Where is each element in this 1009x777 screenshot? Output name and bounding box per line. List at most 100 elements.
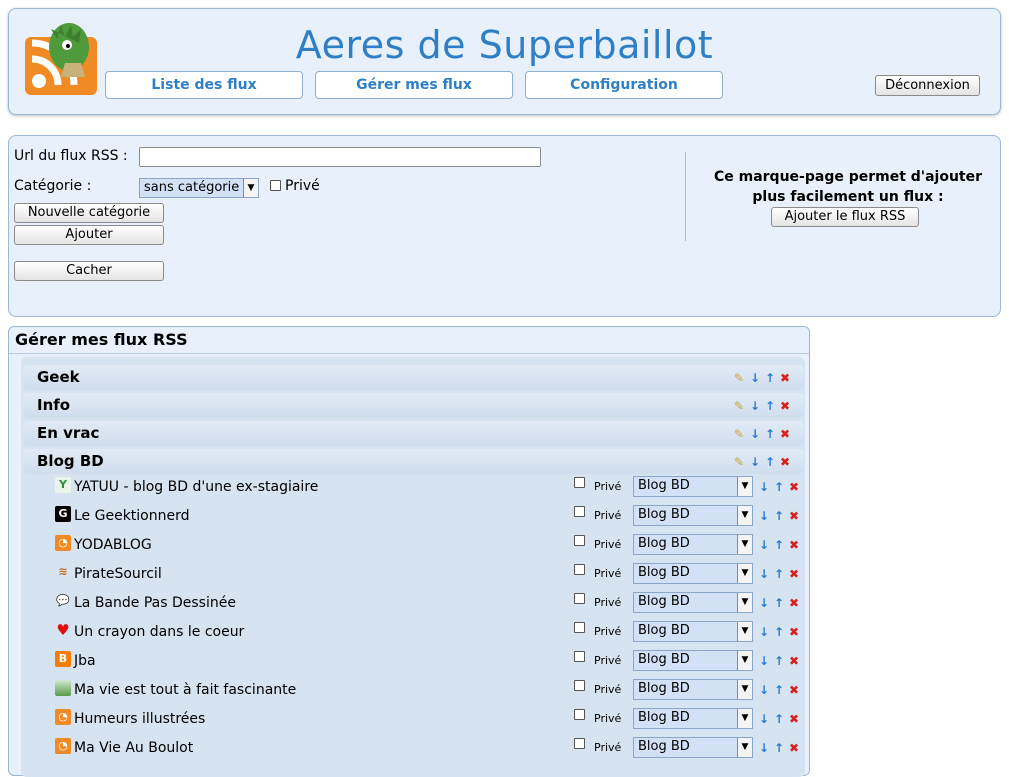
category-row-geek[interactable]: Geek ✎ ↓ ↑ ✖ <box>23 365 804 390</box>
feed-private-checkbox[interactable] <box>574 738 585 749</box>
arrow-up-icon[interactable]: ↑ <box>765 427 775 441</box>
arrow-up-icon[interactable]: ↑ <box>774 509 784 523</box>
arrow-down-icon[interactable]: ↓ <box>759 712 769 726</box>
feed-category-select[interactable]: Blog BD ▼ <box>633 534 753 555</box>
arrow-up-icon[interactable]: ↑ <box>774 567 784 581</box>
feed-name[interactable]: Humeurs illustrées <box>74 711 205 727</box>
feed-name[interactable]: YATUU - blog BD d'une ex-stagiaire <box>74 479 318 495</box>
geektionnerd-icon: G <box>55 506 71 522</box>
feed-private-checkbox[interactable] <box>574 709 585 720</box>
feed-name[interactable]: PirateSourcil <box>74 566 162 582</box>
feed-name[interactable]: Un crayon dans le coeur <box>74 624 244 640</box>
delete-icon[interactable]: ✖ <box>789 538 799 552</box>
arrow-down-icon[interactable]: ↓ <box>759 741 769 755</box>
edit-icon[interactable]: ✎ <box>734 455 744 469</box>
private-checkbox[interactable] <box>270 180 281 191</box>
delete-icon[interactable]: ✖ <box>789 654 799 668</box>
arrow-down-icon[interactable]: ↓ <box>759 683 769 697</box>
arrow-down-icon[interactable]: ↓ <box>759 596 769 610</box>
arrow-down-icon[interactable]: ↓ <box>759 625 769 639</box>
feed-private-checkbox[interactable] <box>574 593 585 604</box>
url-input[interactable] <box>139 147 541 167</box>
feed-category-select[interactable]: Blog BD ▼ <box>633 621 753 642</box>
feed-private-label: Privé <box>594 596 622 609</box>
feed-name[interactable]: Ma Vie Au Boulot <box>74 740 193 756</box>
category-name: En vrac <box>37 424 100 442</box>
feed-category-select[interactable]: Blog BD ▼ <box>633 476 753 497</box>
feed-name[interactable]: Ma vie est tout à fait fascinante <box>74 682 296 698</box>
feed-private-checkbox[interactable] <box>574 506 585 517</box>
arrow-down-icon[interactable]: ↓ <box>759 509 769 523</box>
feed-category-select[interactable]: Blog BD ▼ <box>633 563 753 584</box>
arrow-up-icon[interactable]: ↑ <box>774 654 784 668</box>
feed-private-checkbox[interactable] <box>574 680 585 691</box>
arrow-down-icon[interactable]: ↓ <box>759 654 769 668</box>
feed-category-select[interactable]: Blog BD ▼ <box>633 679 753 700</box>
manage-feeds-panel: Gérer mes flux RSS Geek ✎ ↓ ↑ ✖ Info ✎ ↓… <box>8 326 810 777</box>
delete-icon[interactable]: ✖ <box>789 625 799 639</box>
arrow-down-icon[interactable]: ↓ <box>750 399 760 413</box>
nav-feed-list-button[interactable]: Liste des flux <box>105 71 303 99</box>
arrow-up-icon[interactable]: ↑ <box>774 741 784 755</box>
feed-private-checkbox[interactable] <box>574 564 585 575</box>
feed-private-checkbox[interactable] <box>574 622 585 633</box>
delete-icon[interactable]: ✖ <box>789 480 799 494</box>
nav-manage-feeds-button[interactable]: Gérer mes flux <box>315 71 513 99</box>
delete-icon[interactable]: ✖ <box>789 596 799 610</box>
delete-icon[interactable]: ✖ <box>789 741 799 755</box>
category-row-en-vrac[interactable]: En vrac ✎ ↓ ↑ ✖ <box>23 421 804 446</box>
category-row-info[interactable]: Info ✎ ↓ ↑ ✖ <box>23 393 804 418</box>
site-title: Aeres de Superbaillot <box>295 23 714 67</box>
feed-private-checkbox[interactable] <box>574 535 585 546</box>
arrow-up-icon[interactable]: ↑ <box>774 625 784 639</box>
feed-private-checkbox[interactable] <box>574 651 585 662</box>
arrow-down-icon[interactable]: ↓ <box>750 427 760 441</box>
category-row-blog-bd[interactable]: Blog BD ✎ ↓ ↑ ✖ <box>23 449 804 474</box>
arrow-up-icon[interactable]: ↑ <box>765 371 775 385</box>
logout-button[interactable]: Déconnexion <box>875 75 980 96</box>
arrow-down-icon[interactable]: ↓ <box>759 480 769 494</box>
feed-category-select[interactable]: Blog BD ▼ <box>633 708 753 729</box>
feed-category-select[interactable]: Blog BD ▼ <box>633 650 753 671</box>
chevron-down-icon: ▼ <box>737 506 752 525</box>
feed-name[interactable]: YODABLOG <box>74 537 152 553</box>
delete-icon[interactable]: ✖ <box>780 371 790 385</box>
arrow-up-icon[interactable]: ↑ <box>774 712 784 726</box>
feed-category-select[interactable]: Blog BD ▼ <box>633 737 753 758</box>
arrow-up-icon[interactable]: ↑ <box>774 596 784 610</box>
edit-icon[interactable]: ✎ <box>734 399 744 413</box>
arrow-down-icon[interactable]: ↓ <box>750 371 760 385</box>
feed-row: ◔ YODABLOG Privé Blog BD ▼ ↓ ↑ ✖ <box>31 533 804 562</box>
delete-icon[interactable]: ✖ <box>789 712 799 726</box>
feed-name[interactable]: Jba <box>74 653 96 669</box>
arrow-up-icon[interactable]: ↑ <box>765 455 775 469</box>
arrow-up-icon[interactable]: ↑ <box>774 683 784 697</box>
add-rss-bookmarklet-button[interactable]: Ajouter le flux RSS <box>771 207 919 227</box>
edit-icon[interactable]: ✎ <box>734 371 744 385</box>
delete-icon[interactable]: ✖ <box>780 399 790 413</box>
arrow-down-icon[interactable]: ↓ <box>759 538 769 552</box>
feed-category-value: Blog BD <box>638 652 690 667</box>
hide-button[interactable]: Cacher <box>14 261 164 281</box>
arrow-down-icon[interactable]: ↓ <box>750 455 760 469</box>
delete-icon[interactable]: ✖ <box>789 683 799 697</box>
delete-icon[interactable]: ✖ <box>789 567 799 581</box>
feed-private-checkbox[interactable] <box>574 477 585 488</box>
add-button[interactable]: Ajouter <box>14 225 164 245</box>
feed-name[interactable]: Le Geektionnerd <box>74 508 190 524</box>
arrow-up-icon[interactable]: ↑ <box>774 480 784 494</box>
arrow-down-icon[interactable]: ↓ <box>759 567 769 581</box>
category-select[interactable]: sans catégorie ▼ <box>139 178 259 198</box>
delete-icon[interactable]: ✖ <box>780 427 790 441</box>
edit-icon[interactable]: ✎ <box>734 427 744 441</box>
arrow-up-icon[interactable]: ↑ <box>774 538 784 552</box>
arrow-up-icon[interactable]: ↑ <box>765 399 775 413</box>
nav-configuration-button[interactable]: Configuration <box>525 71 723 99</box>
new-category-button[interactable]: Nouvelle catégorie <box>14 203 164 223</box>
category-name: Info <box>37 396 71 414</box>
feed-name[interactable]: La Bande Pas Dessinée <box>74 595 236 611</box>
feed-category-select[interactable]: Blog BD ▼ <box>633 592 753 613</box>
feed-category-select[interactable]: Blog BD ▼ <box>633 505 753 526</box>
delete-icon[interactable]: ✖ <box>780 455 790 469</box>
delete-icon[interactable]: ✖ <box>789 509 799 523</box>
